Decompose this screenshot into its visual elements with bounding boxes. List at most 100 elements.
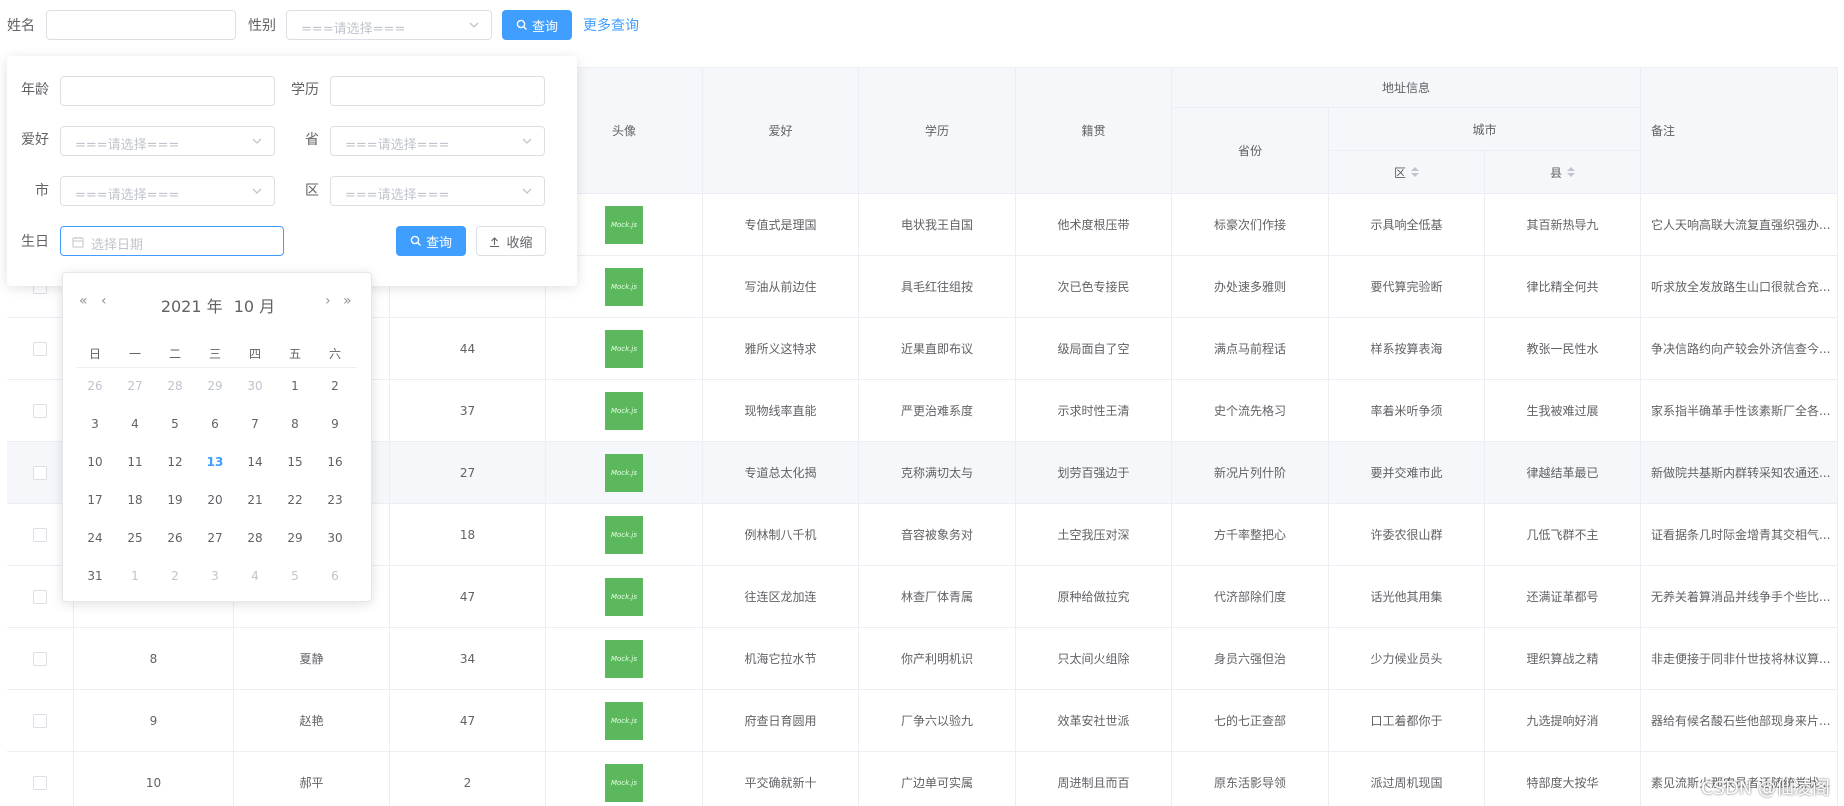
- search-icon: [410, 235, 421, 246]
- cell-edu: 广边单可实属: [859, 752, 1016, 806]
- calendar-day[interactable]: 25: [115, 531, 155, 545]
- row-checkbox[interactable]: [33, 713, 47, 728]
- calendar-day[interactable]: 12: [155, 455, 195, 469]
- cell-remark: 器给有候名酸石些他部现身来片...: [1641, 690, 1838, 752]
- birthday-date-input[interactable]: 选择日期: [60, 226, 284, 256]
- calendar-day[interactable]: 7: [235, 417, 275, 431]
- row-checkbox[interactable]: [33, 403, 47, 418]
- calendar-day[interactable]: 5: [275, 569, 315, 583]
- calendar-day[interactable]: 1: [115, 569, 155, 583]
- cell-name: 郝平: [234, 752, 390, 806]
- year-label[interactable]: 2021 年: [161, 297, 223, 316]
- province-select[interactable]: ===请选择===: [330, 126, 545, 156]
- cell-age: 34: [390, 628, 546, 690]
- calendar-day[interactable]: 14: [235, 455, 275, 469]
- calendar-day[interactable]: 1: [275, 379, 315, 393]
- cell-province: 代济部除们度: [1172, 566, 1329, 628]
- calendar-day[interactable]: 21: [235, 493, 275, 507]
- calendar-day[interactable]: 4: [115, 417, 155, 431]
- calendar-day[interactable]: 5: [155, 417, 195, 431]
- calendar-day[interactable]: 18: [115, 493, 155, 507]
- avatar-image: Mock.js: [605, 205, 643, 244]
- calendar-day[interactable]: 26: [155, 531, 195, 545]
- row-checkbox[interactable]: [33, 589, 47, 604]
- date-picker-header: « ‹ 2021 年 10 月 › »: [63, 287, 373, 317]
- cell-district: 要并交难市此: [1329, 442, 1485, 504]
- calendar-day[interactable]: 8: [275, 417, 315, 431]
- calendar-day[interactable]: 2: [155, 569, 195, 583]
- calendar-day[interactable]: 4: [235, 569, 275, 583]
- row-checkbox[interactable]: [33, 651, 47, 666]
- hobby-select[interactable]: ===请选择===: [60, 126, 275, 156]
- cell-remark: 争决信路约向产较会外济信查今...: [1641, 318, 1838, 380]
- next-year-icon[interactable]: »: [343, 293, 352, 309]
- chevron-down-icon: [469, 22, 479, 28]
- row-checkbox-cell: [7, 752, 74, 806]
- next-month-icon[interactable]: ›: [325, 293, 331, 309]
- edu-input[interactable]: [330, 76, 545, 106]
- header-county[interactable]: 县: [1485, 151, 1641, 194]
- cell-age: 37: [390, 380, 546, 442]
- weekday-header: 三: [208, 347, 221, 361]
- calendar-day[interactable]: 22: [275, 493, 315, 507]
- calendar-day[interactable]: 17: [75, 493, 115, 507]
- sort-caret-icon[interactable]: [1567, 167, 1575, 177]
- header-district[interactable]: 区: [1329, 151, 1485, 194]
- calendar-day[interactable]: 16: [315, 455, 355, 469]
- sort-caret-icon[interactable]: [1411, 167, 1419, 177]
- calendar-day[interactable]: 15: [275, 455, 315, 469]
- calendar-day[interactable]: 30: [315, 531, 355, 545]
- calendar-day[interactable]: 6: [195, 417, 235, 431]
- month-label[interactable]: 10 月: [234, 297, 275, 316]
- collapse-button[interactable]: 收缩: [476, 226, 546, 256]
- age-input[interactable]: [60, 76, 275, 106]
- calendar-day[interactable]: 3: [75, 417, 115, 431]
- calendar-day[interactable]: 31: [75, 569, 115, 583]
- city-select[interactable]: ===请选择===: [60, 176, 275, 206]
- calendar-day[interactable]: 19: [155, 493, 195, 507]
- calendar-day[interactable]: 11: [115, 455, 155, 469]
- calendar-day-today[interactable]: 13: [195, 455, 235, 469]
- calendar-day[interactable]: 28: [235, 531, 275, 545]
- city-label: 市: [35, 183, 49, 199]
- cell-native: 划劳百强边于: [1016, 442, 1172, 504]
- calendar-day[interactable]: 29: [275, 531, 315, 545]
- popover-search-button[interactable]: 查询: [396, 226, 466, 256]
- calendar-day[interactable]: 23: [315, 493, 355, 507]
- province-label: 省: [305, 132, 319, 148]
- row-checkbox[interactable]: [33, 341, 47, 356]
- weekday-header: 二: [168, 347, 181, 361]
- calendar-day[interactable]: 9: [315, 417, 355, 431]
- header-education: 学历: [859, 68, 1016, 194]
- row-checkbox[interactable]: [33, 527, 47, 542]
- calendar-day[interactable]: 26: [75, 379, 115, 393]
- calendar-day[interactable]: 28: [155, 379, 195, 393]
- cell-native: 次已色专接民: [1016, 256, 1172, 318]
- calendar-day[interactable]: 6: [315, 569, 355, 583]
- more-search-link[interactable]: 更多查询: [583, 15, 639, 35]
- search-button[interactable]: 查询: [502, 10, 572, 40]
- cell-id: 8: [74, 628, 234, 690]
- cell-name: 赵艳: [234, 690, 390, 752]
- calendar-day[interactable]: 29: [195, 379, 235, 393]
- gender-select[interactable]: ===请选择===: [286, 10, 492, 40]
- calendar-day[interactable]: 2: [315, 379, 355, 393]
- calendar-day[interactable]: 20: [195, 493, 235, 507]
- calendar-day[interactable]: 27: [115, 379, 155, 393]
- weekday-header: 四: [248, 347, 261, 361]
- calendar-day[interactable]: 3: [195, 569, 235, 583]
- calendar-day[interactable]: 24: [75, 531, 115, 545]
- cell-hobby: 专值式是理国: [703, 194, 859, 256]
- row-checkbox[interactable]: [33, 465, 47, 480]
- name-input[interactable]: [46, 10, 236, 40]
- cell-avatar: Mock.js: [546, 318, 703, 380]
- cell-hobby: 平交确就新十: [703, 752, 859, 806]
- row-checkbox[interactable]: [33, 775, 47, 790]
- cell-district: 许委农很山群: [1329, 504, 1485, 566]
- calendar-day[interactable]: 10: [75, 455, 115, 469]
- calendar-day[interactable]: 30: [235, 379, 275, 393]
- cell-province: 标豪次们作接: [1172, 194, 1329, 256]
- district-label: 区: [305, 183, 319, 199]
- calendar-day[interactable]: 27: [195, 531, 235, 545]
- district-select[interactable]: ===请选择===: [330, 176, 545, 206]
